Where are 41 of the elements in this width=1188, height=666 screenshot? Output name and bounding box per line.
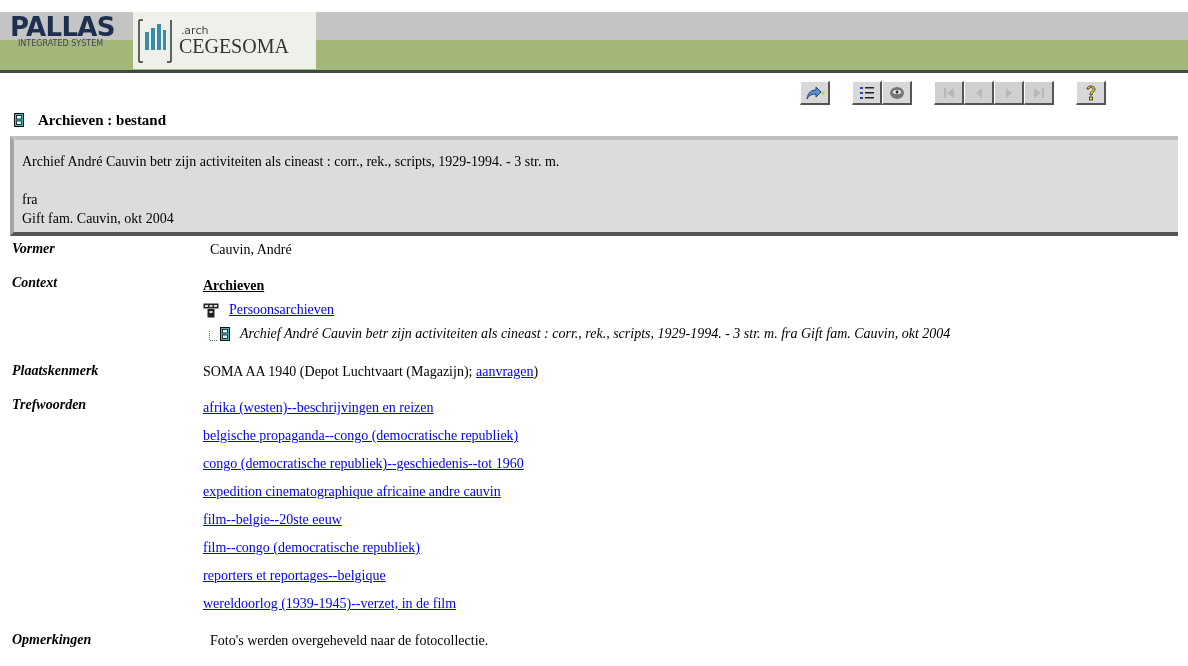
field-label: Plaatskenmerk bbox=[12, 363, 99, 378]
pallas-logo: PALLAS INTEGRATED SYSTEM bbox=[10, 12, 115, 48]
keyword-link[interactable]: reporters et reportages--belgique bbox=[203, 568, 386, 583]
field-label: Trefwoorden bbox=[12, 397, 87, 412]
page-title: Archieven : bestand bbox=[38, 110, 167, 130]
help-icon bbox=[1084, 83, 1097, 102]
toolbar-button[interactable] bbox=[1076, 81, 1106, 105]
keyword-link[interactable]: afrika (westen)--beschrijvingen en reizen bbox=[203, 400, 434, 415]
toolbar-button[interactable] bbox=[882, 81, 912, 105]
field-value: Foto's werden overgeheveld naar de fotocollectie. bbox=[209, 633, 489, 648]
keyword-link[interactable]: expedition cinematographique africaine andre cauvin bbox=[203, 484, 501, 499]
last-icon bbox=[1032, 85, 1045, 100]
toolbar-button[interactable] bbox=[800, 81, 830, 105]
keyword-link[interactable]: congo (democratische republiek)--geschiedenis--tot 1960 bbox=[203, 456, 524, 471]
summary-description: Archief André Cauvin betr zijn activiteiten als cineast : corr., rek., scripts, 1929-1994. - 3 str. m. bbox=[22, 153, 561, 171]
field-label: Context bbox=[12, 275, 58, 290]
field-label: Vormer bbox=[12, 241, 55, 256]
summary-acquisition: Gift fam. Cauvin, okt 2004 bbox=[22, 210, 175, 228]
keyword-link[interactable]: wereldoorlog (1939-1945)--verzet, in de film bbox=[203, 596, 457, 611]
context-current: Archief André Cauvin betr zijn activiteiten als cineast : corr., rek., scripts, 1929-1994. - 3 str. m. fra Gift fam. Cauvin, okt 2004 bbox=[240, 325, 951, 343]
first-icon bbox=[942, 85, 955, 100]
toolbar-button[interactable] bbox=[852, 81, 882, 105]
cabinet-icon bbox=[220, 327, 230, 341]
request-link[interactable]: aanvragen bbox=[475, 364, 534, 379]
cabinets-icon bbox=[203, 302, 219, 318]
keyword-link[interactable]: film--belgie--20ste eeuw bbox=[203, 512, 342, 527]
context-root: Archieven bbox=[203, 278, 265, 293]
summary-language: fra bbox=[22, 191, 39, 209]
list-icon bbox=[858, 84, 875, 101]
eye-icon bbox=[888, 84, 905, 101]
location-value: SOMA AA 1940 (Depot Luchtvaart (Magazijn); aanvragen) bbox=[203, 364, 539, 379]
cegesoma-logo: .arch CEGESOMA bbox=[132, 12, 316, 69]
field-label: Opmerkingen bbox=[12, 632, 92, 647]
forward-arrow-icon bbox=[804, 84, 825, 101]
tree-connector-icon bbox=[209, 331, 218, 341]
cabinet-icon bbox=[14, 113, 24, 127]
next-icon bbox=[1003, 85, 1014, 100]
keyword-link[interactable]: film--congo (democratische republiek) bbox=[203, 540, 420, 555]
keyword-link[interactable]: belgische propaganda--congo (democratische republiek) bbox=[203, 428, 519, 443]
context-parent-link[interactable]: Persoonsarchieven bbox=[229, 298, 334, 322]
field-value: Cauvin, André bbox=[209, 242, 292, 257]
